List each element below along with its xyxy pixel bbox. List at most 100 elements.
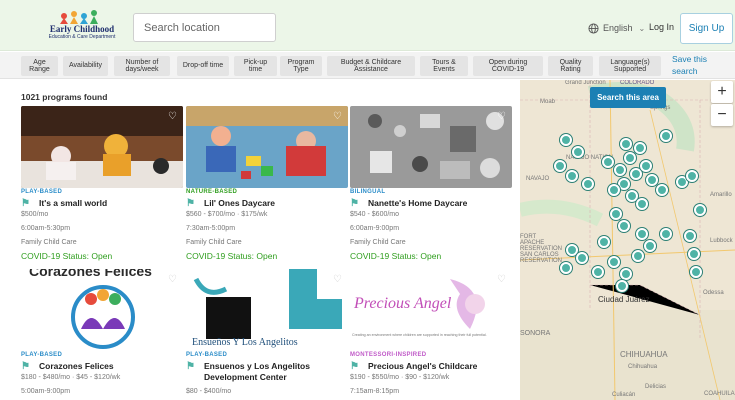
zoom-out-button[interactable]: − (711, 104, 733, 126)
program-photo (21, 106, 183, 188)
map-pin[interactable] (632, 250, 644, 262)
program-name-text: Nanette's Home Daycare (368, 198, 468, 208)
covid-status: COVID-19 Status: Open (186, 251, 278, 261)
program-logo-icon: ⚑ (350, 361, 359, 372)
map-pin[interactable] (660, 130, 672, 142)
signup-button[interactable]: Sign Up (680, 13, 733, 44)
program-name[interactable]: ⚑ Nanette's Home Daycare (350, 198, 512, 209)
map-pin[interactable] (616, 280, 628, 292)
logo-subtitle: Education & Care Department (48, 34, 116, 40)
map-pin[interactable] (618, 220, 630, 232)
program-name[interactable]: ⚑ Ensuenos y Los Angelitos Development Ce… (186, 361, 348, 383)
filter-open-covid[interactable]: Open during COVID-19 (473, 56, 543, 76)
login-link[interactable]: Log In (649, 22, 674, 32)
map-pin[interactable] (610, 208, 622, 220)
program-tag: NATURE-BASED (186, 189, 238, 195)
map-pin[interactable] (620, 138, 632, 150)
program-name[interactable]: ⚑ Precious Angel's Childcare (350, 361, 512, 372)
search-location-input[interactable]: Search location (133, 13, 276, 42)
program-name-text: Ensuenos y Los Angelitos Development Cen… (204, 361, 310, 382)
favorite-heart-icon[interactable]: ♡ (333, 111, 342, 122)
program-name[interactable]: ⚑ Corazones Felices (21, 361, 183, 372)
favorite-heart-icon[interactable]: ♡ (333, 274, 342, 285)
program-tag: PLAY-BASED (186, 352, 228, 358)
map-label: Ciudad Juárez (598, 295, 650, 304)
map-pin[interactable] (686, 170, 698, 182)
results-count: 1021 programs found (21, 92, 108, 102)
program-card[interactable]: Precious Angel Creating an environment w… (350, 269, 512, 400)
map-pin[interactable] (614, 164, 626, 176)
filter-drop-off[interactable]: Drop-off time (177, 56, 229, 76)
map-pin[interactable] (608, 256, 620, 268)
map-pin[interactable] (554, 160, 566, 172)
filter-quality-rating[interactable]: Quality Rating (548, 56, 593, 76)
map-pin[interactable] (624, 152, 636, 164)
search-this-area-button[interactable]: Search this area (590, 87, 666, 108)
program-card[interactable]: ♡ PLAY-BASED ⚑ It's a small world $500/mo… (21, 106, 183, 261)
program-hours: 7:15am-8:15pm (350, 388, 400, 395)
program-card[interactable]: Ensueños Y Los Angelitos ♡ PLAY-BASED ⚑ E… (186, 269, 348, 400)
header: Early Childhood Education & Care Departm… (0, 0, 735, 51)
map-pin[interactable] (688, 248, 700, 260)
map-pin[interactable] (684, 230, 696, 242)
map-pin[interactable] (560, 262, 572, 274)
map-pin[interactable] (644, 240, 656, 252)
map[interactable]: Grand Junction COLORADO Moab Springs NAV… (520, 80, 735, 400)
program-logo-image: Ensueños Y Los Angelitos (186, 269, 348, 351)
map-label: Odessa (703, 290, 724, 296)
program-name[interactable]: ⚑ Lil' Ones Daycare (186, 198, 348, 209)
covid-status: COVID-19 Status: Open (21, 251, 113, 261)
map-pin[interactable] (634, 142, 646, 154)
zoom-in-button[interactable]: + (711, 81, 733, 103)
language-selector[interactable]: English ⌄ (588, 21, 645, 35)
program-name-text: Lil' Ones Daycare (204, 198, 276, 208)
map-pin[interactable] (640, 160, 652, 172)
program-card[interactable]: ♡ NATURE-BASED ⚑ Lil' Ones Daycare $560 -… (186, 106, 348, 261)
map-pin[interactable] (598, 236, 610, 248)
filter-budget[interactable]: Budget & Childcare Assistance (327, 56, 415, 76)
favorite-heart-icon[interactable]: ♡ (497, 274, 506, 285)
program-name[interactable]: ⚑ It's a small world (21, 198, 183, 209)
map-pin[interactable] (636, 228, 648, 240)
map-pin[interactable] (608, 184, 620, 196)
map-pin[interactable] (620, 268, 632, 280)
map-pin[interactable] (572, 146, 584, 158)
filter-age-range[interactable]: Age Range (21, 56, 58, 76)
program-logo-icon: ⚑ (186, 361, 195, 372)
map-pin[interactable] (656, 184, 668, 196)
program-name-text: Corazones Felices (39, 361, 114, 371)
map-pin[interactable] (630, 168, 642, 180)
logo[interactable]: Early Childhood Education & Care Departm… (40, 10, 124, 44)
filter-tours-events[interactable]: Tours & Events (420, 56, 468, 76)
logo-wordmark: Ensueños Y Los Angelitos (192, 337, 298, 348)
program-price: $80 - $400/mo (186, 388, 232, 395)
favorite-heart-icon[interactable]: ♡ (168, 111, 177, 122)
program-hours: 6:00am-9:00pm (350, 225, 400, 232)
map-pin[interactable] (576, 252, 588, 264)
map-label: COLORADO (620, 80, 655, 86)
map-pin[interactable] (582, 178, 594, 190)
program-card[interactable]: ♡ BILINGUAL ⚑ Nanette's Home Daycare $540… (350, 106, 512, 261)
map-pin[interactable] (592, 266, 604, 278)
favorite-heart-icon[interactable]: ♡ (497, 111, 506, 122)
save-search-link[interactable]: Save this search (672, 53, 718, 77)
map-pin[interactable] (560, 134, 572, 146)
map-pin[interactable] (646, 174, 658, 186)
map-pin[interactable] (694, 204, 706, 216)
map-pin[interactable] (602, 156, 614, 168)
map-label: COAHUILA (704, 391, 735, 397)
filter-pick-up[interactable]: Pick-up time (234, 56, 277, 76)
map-pin[interactable] (636, 198, 648, 210)
program-tag: PLAY-BASED (21, 352, 63, 358)
program-name-text: Precious Angel's Childcare (368, 361, 478, 371)
map-pin[interactable] (660, 228, 672, 240)
filter-languages[interactable]: Language(s) Supported (599, 56, 661, 76)
program-card[interactable]: Corazones Felices ♡ PLAY-BASED ⚑ Corazone… (21, 269, 183, 400)
map-label: Amarillo (710, 192, 732, 198)
filter-program-type[interactable]: Program Type (280, 56, 322, 76)
filter-days-week[interactable]: Number of days/week (114, 56, 170, 76)
map-pin[interactable] (566, 170, 578, 182)
favorite-heart-icon[interactable]: ♡ (168, 274, 177, 285)
filter-availability[interactable]: Availability (63, 56, 108, 76)
map-pin[interactable] (690, 266, 702, 278)
